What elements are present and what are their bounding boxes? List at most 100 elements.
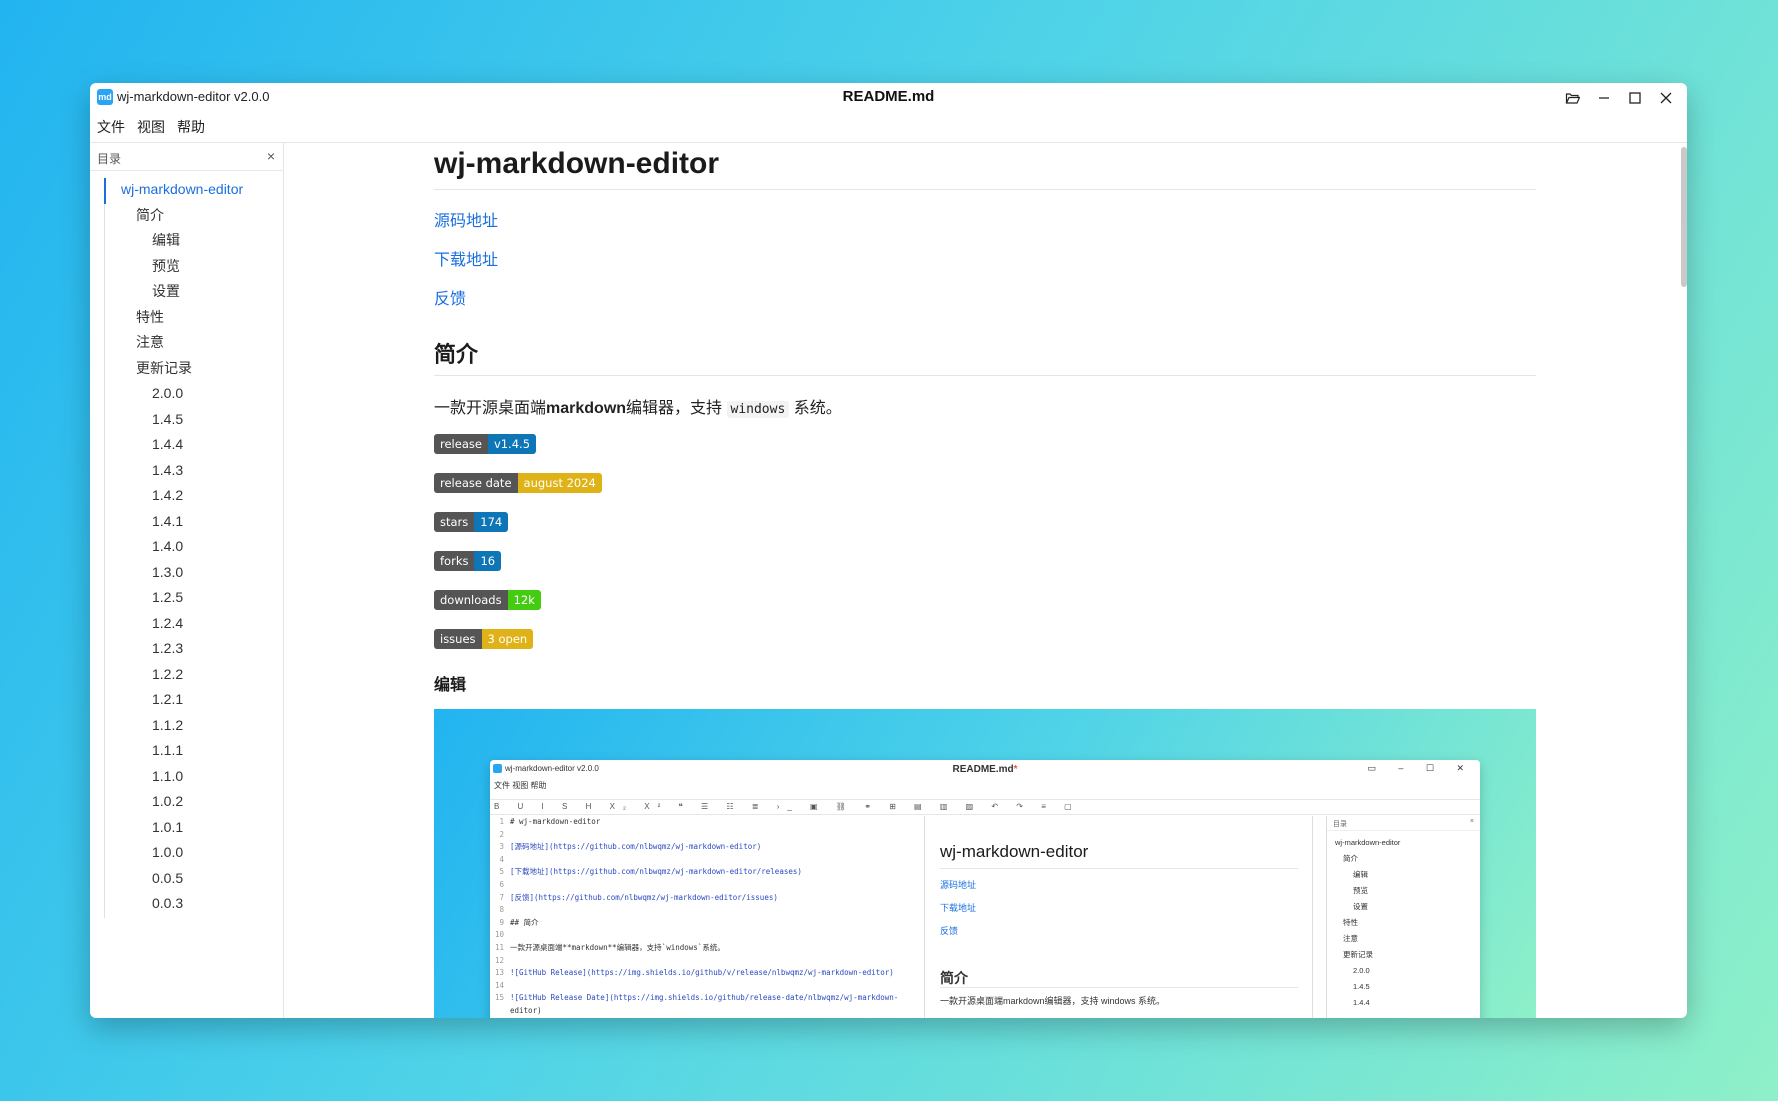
line-text: 一款开源桌面端**markdown**编辑器，支持`windows`系统。 [510, 942, 725, 952]
screenshot-titlebar: wj-markdown-editor v2.0.0 README.md* ▭ –… [490, 760, 1480, 778]
line-text: [反馈](https://github.com/nlbwqmz/wj-markd… [510, 892, 778, 902]
badge-value: v1.4.5 [487, 434, 537, 454]
markdown-article: wj-markdown-editor 源码地址 下载地址 反馈 简介 一款开源桌… [434, 143, 1536, 1018]
open-folder-button[interactable] [1557, 86, 1588, 110]
intro-heading: 简介 [434, 337, 1536, 376]
screenshot-toc-list: wj-markdown-editor 简介 编辑 预览 设置 特性 注意 更新记录 2.0.0 1… [1327, 831, 1480, 1011]
toc-item[interactable]: 更新记录 [105, 357, 275, 383]
intro-text-2: 编辑器，支持 [626, 400, 723, 417]
toc-item[interactable]: 1.1.2 [105, 714, 275, 740]
screenshot-editor-line: 3 [源码地址](https://github.com/nlbwqmz/wj-ma… [490, 841, 924, 854]
maximize-icon [1628, 92, 1641, 104]
toc-item[interactable]: 1.2.2 [105, 663, 275, 689]
toc-header: 目录 × [90, 143, 283, 171]
toc-item[interactable]: 1.3.0 [105, 561, 275, 587]
title-bar[interactable]: md wj-markdown-editor v2.0.0 README.md [90, 83, 1687, 113]
maximize-button[interactable] [1619, 86, 1650, 110]
screenshot-preview-title: wj-markdown-editor [940, 842, 1089, 861]
toc-item[interactable]: 1.2.3 [105, 637, 275, 663]
line-text: ## 简介 [510, 917, 539, 927]
badge-release-date[interactable]: release date august 2024 [434, 473, 602, 493]
line-number: 14 [494, 980, 504, 990]
document-title: README.md [842, 88, 935, 105]
badge-value: 3 open [481, 629, 534, 649]
toc-item[interactable]: 1.1.1 [105, 739, 275, 765]
screenshot-menu: 文件 视图 帮助 [494, 781, 547, 790]
screenshot-toc-item: 注意 [1343, 934, 1358, 943]
screenshot-doc-name: README.md [952, 764, 1014, 775]
badge-issues[interactable]: issues 3 open [434, 629, 534, 649]
menu-help[interactable]: 帮助 [175, 114, 211, 140]
toc-item[interactable]: 1.0.2 [105, 790, 275, 816]
preview-pane[interactable]: wj-markdown-editor 源码地址 下载地址 反馈 简介 一款开源桌… [284, 143, 1687, 1018]
badge-forks[interactable]: forks 16 [434, 551, 502, 571]
toc-item[interactable]: wj-markdown-editor [104, 178, 275, 204]
screenshot-toc-item: 编辑 [1353, 870, 1368, 879]
toc-item[interactable]: 1.4.4 [105, 433, 275, 459]
toc-item[interactable]: 1.2.1 [105, 688, 275, 714]
screenshot-editor-line: 13 ![GitHub Release](https://img.shields.… [490, 967, 924, 980]
toc-item[interactable]: 简介 [105, 204, 275, 230]
toc-item[interactable]: 预览 [105, 255, 275, 281]
toc-item[interactable]: 1.0.1 [105, 816, 275, 842]
line-text: ![GitHub Release](https://img.shields.io… [510, 968, 894, 978]
feedback-link[interactable]: 反馈 [434, 285, 1536, 308]
screenshot-toc-item: 特性 [1343, 918, 1358, 927]
toc-item[interactable]: 2.0.0 [105, 382, 275, 408]
line-number: 15 [494, 993, 504, 1003]
toc-item[interactable]: 1.4.5 [105, 408, 275, 434]
preview-scrollbar[interactable] [1681, 147, 1687, 287]
download-link[interactable]: 下载地址 [434, 246, 1536, 269]
screenshot-editor-line: 6 [490, 879, 924, 892]
screenshot-toolbar: B U I S H X₂ X² ❝ ☰ ☷ ≣ ›_ ▣ ⛓ ⚭ ⊞ ▤ ▥ ▨… [490, 799, 1480, 815]
toc-item[interactable]: 注意 [105, 331, 275, 357]
screenshot-editor-line: editor) [490, 1005, 924, 1018]
toc-item[interactable]: 1.2.4 [105, 612, 275, 638]
toc-item[interactable]: 1.4.3 [105, 459, 275, 485]
toc-item[interactable]: 1.0.0 [105, 841, 275, 867]
toc-item[interactable]: 设置 [105, 280, 275, 306]
screenshot-toc-item: 预览 [1353, 886, 1368, 895]
badge-downloads[interactable]: downloads 12k [434, 590, 541, 610]
line-text: editor) [510, 1005, 542, 1015]
screenshot-toc-item: 设置 [1353, 902, 1368, 911]
screenshot-link-source: 源码地址 [940, 880, 977, 890]
screenshot-editor-line: 2 [490, 829, 924, 842]
screenshot-editor-line: 5 [下载地址](https://github.com/nlbwqmz/wj-ma… [490, 866, 924, 879]
screenshot-divider [940, 868, 1298, 869]
line-number: 11 [494, 942, 504, 952]
toc-item[interactable]: 特性 [105, 306, 275, 332]
main-area: 目录 × wj-markdown-editor 简介 编辑 预览 设置 特性 注意 更新记录 2… [90, 142, 1687, 1018]
screenshot-editor-line: 15 ![GitHub Release Date](https://img.shi… [490, 992, 924, 1005]
toc-item[interactable]: 1.4.2 [105, 484, 275, 510]
toc-item[interactable]: 编辑 [105, 229, 275, 255]
badge-release[interactable]: release v1.4.5 [434, 434, 537, 454]
screenshot-toc-item: 2.0.0 [1353, 966, 1370, 975]
folder-open-icon [1565, 92, 1580, 104]
badge-stars[interactable]: stars 174 [434, 512, 509, 532]
edit-heading: 编辑 [434, 677, 467, 694]
line-number: 2 [499, 829, 504, 839]
screenshot-link-download: 下载地址 [940, 903, 977, 913]
inline-code: windows [726, 401, 790, 418]
source-link[interactable]: 源码地址 [434, 207, 1536, 230]
toc-close-button[interactable]: × [267, 148, 275, 164]
screenshot-toc-header: 目录 × [1327, 816, 1480, 831]
screenshot-toc-item: 1.4.4 [1353, 998, 1370, 1007]
menu-view[interactable]: 视图 [135, 114, 171, 140]
badge-label: downloads [434, 590, 508, 610]
menu-file[interactable]: 文件 [95, 114, 131, 140]
toc-item[interactable]: 0.0.3 [105, 892, 275, 918]
badge-label: release date [434, 473, 518, 493]
line-number: 10 [494, 930, 504, 940]
minimize-button[interactable] [1588, 86, 1619, 110]
toc-item[interactable]: 1.4.1 [105, 510, 275, 536]
toc-item[interactable]: 0.0.5 [105, 867, 275, 893]
close-icon [1660, 92, 1671, 104]
toc-item[interactable]: 1.1.0 [105, 765, 275, 791]
screenshot-preview-para: 一款开源桌面端markdown编辑器，支持 windows 系统。 [940, 996, 1166, 1006]
toc-item[interactable]: 1.4.0 [105, 535, 275, 561]
toc-item[interactable]: 1.2.5 [105, 586, 275, 612]
screenshot-doc-title: README.md* [490, 764, 1480, 775]
close-button[interactable] [1650, 86, 1681, 110]
